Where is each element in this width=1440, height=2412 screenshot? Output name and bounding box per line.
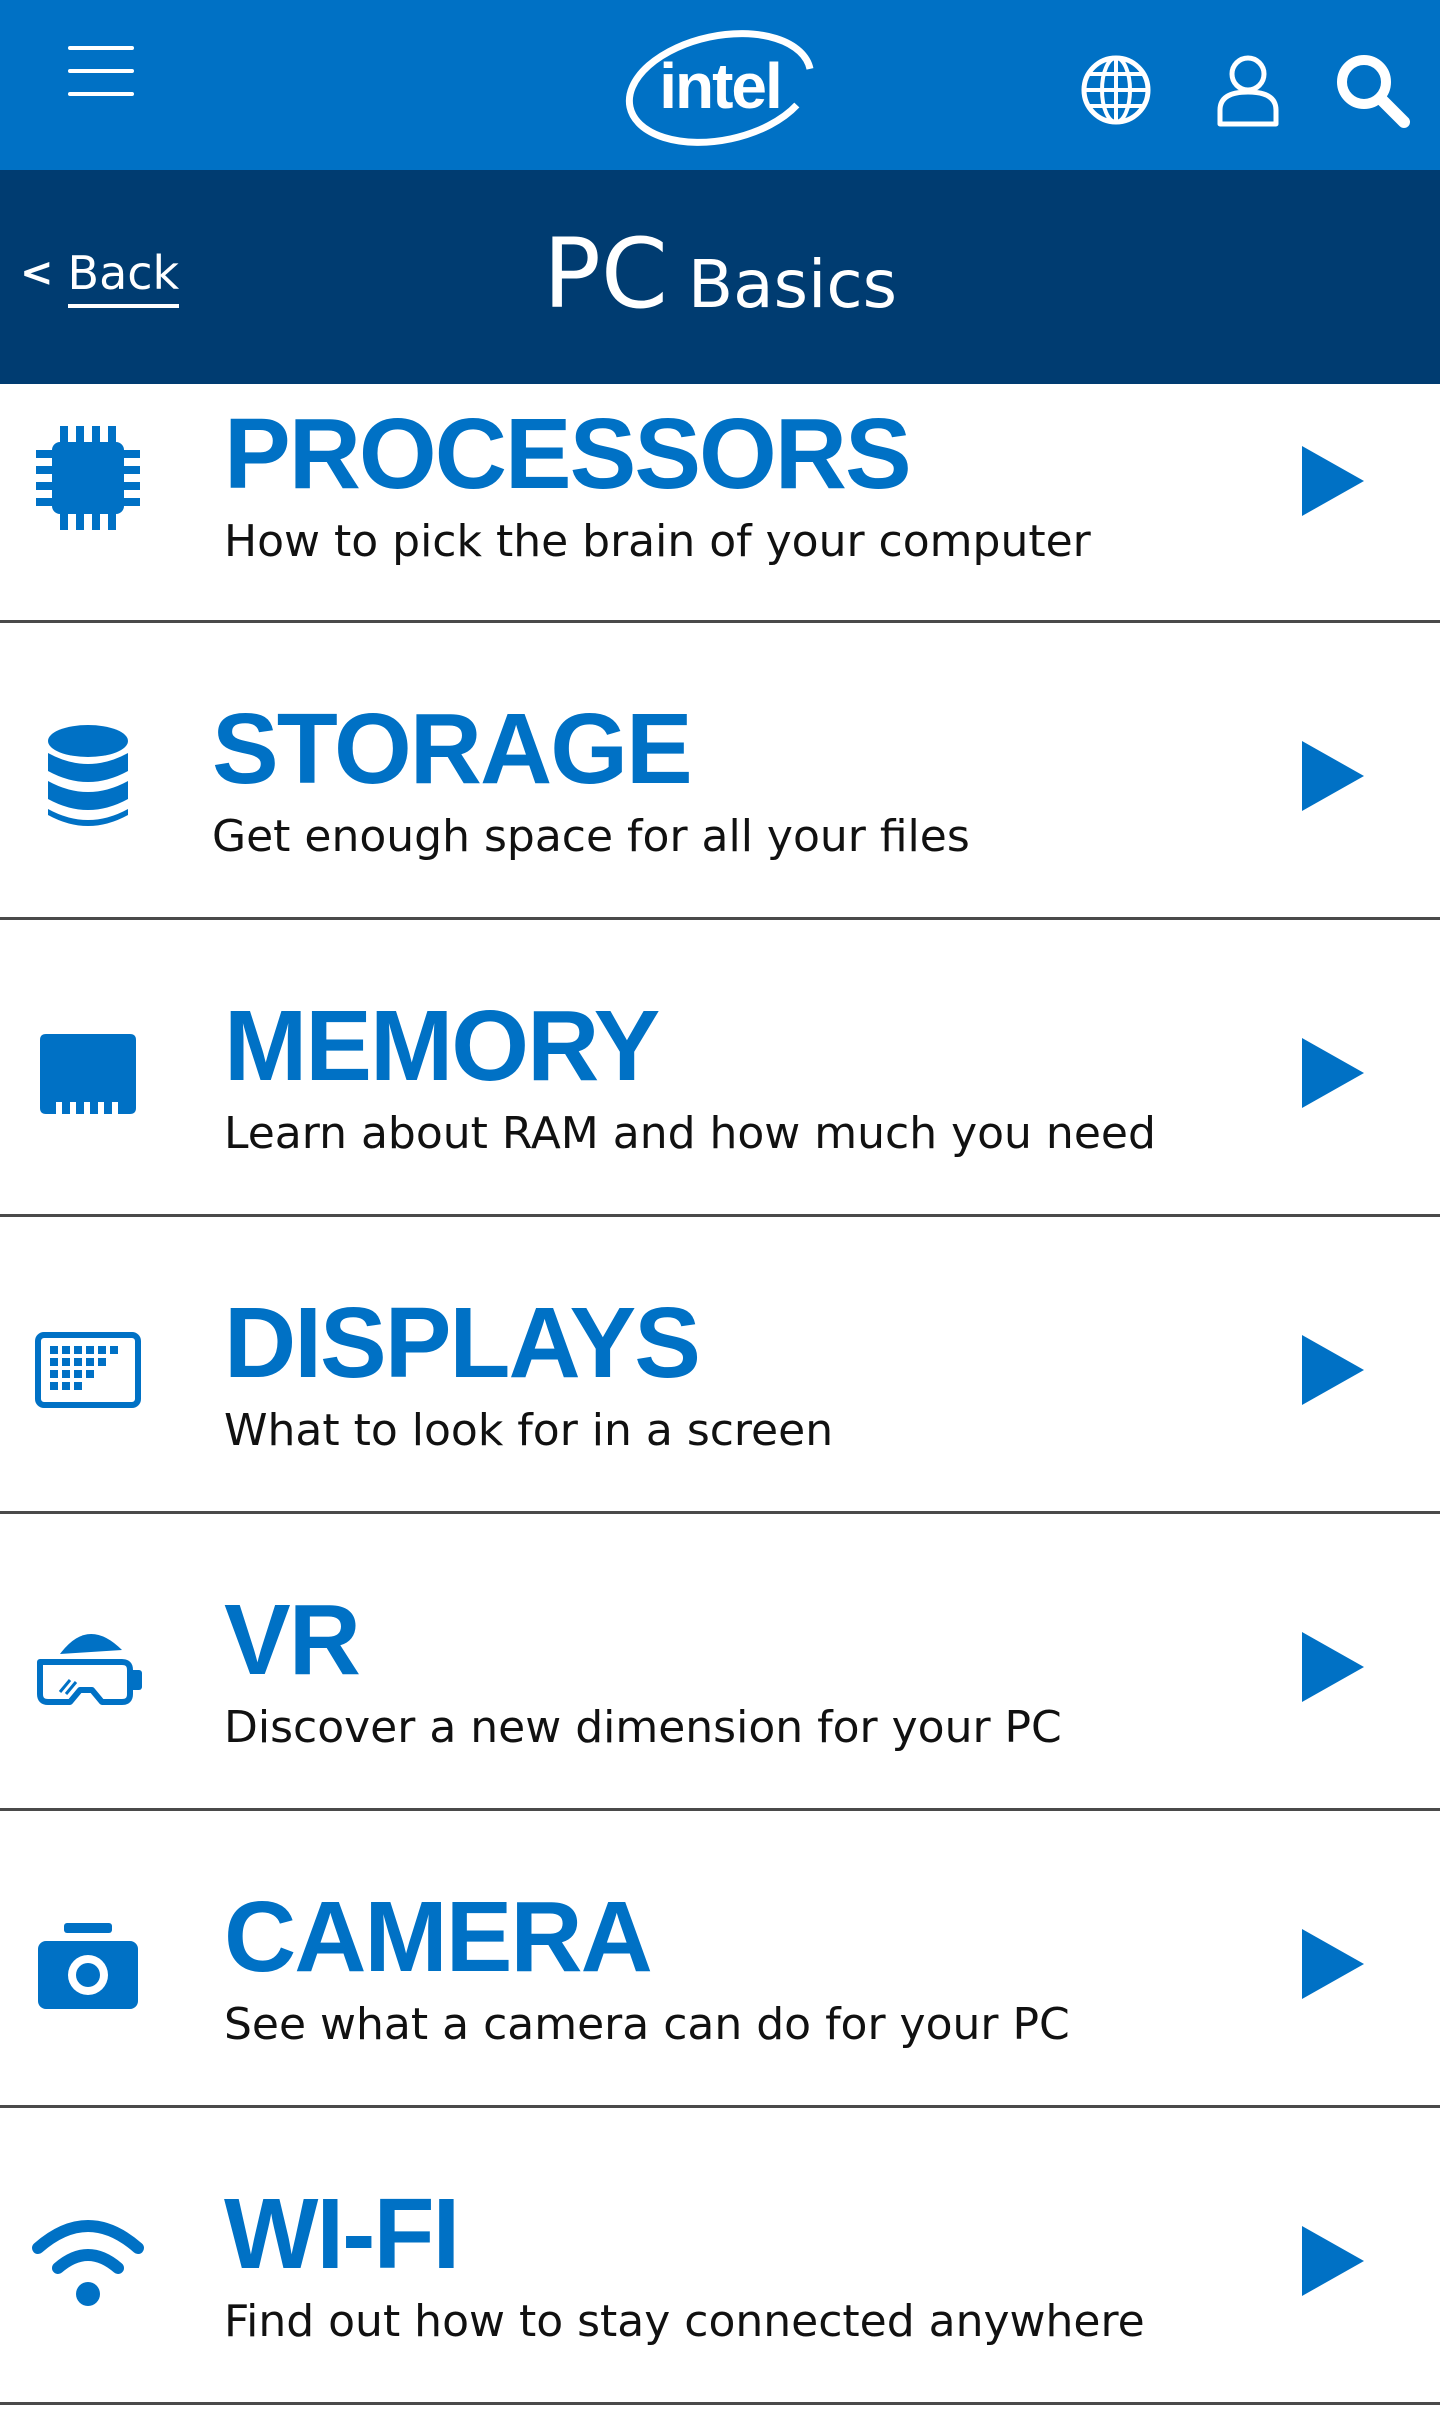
topic-title: WI-FI <box>224 2178 460 2290</box>
topic-row-vr[interactable]: VR Discover a new dimension for your PC <box>0 1514 1440 1811</box>
topic-list: PROCESSORS How to pick the brain of your… <box>0 384 1440 2405</box>
topic-title: PROCESSORS <box>224 398 912 510</box>
topic-title: CAMERA <box>224 1881 653 1993</box>
wifi-icon <box>32 2220 144 2306</box>
topic-row-camera[interactable]: CAMERA See what a camera can do for your… <box>0 1811 1440 2108</box>
vr-headset-icon <box>37 1633 142 1705</box>
memory-icon <box>40 1034 136 1114</box>
topic-description: See what a camera can do for your PC <box>224 1999 1070 2050</box>
menu-icon[interactable] <box>68 46 134 96</box>
topic-title: VR <box>224 1584 361 1696</box>
topic-title: STORAGE <box>212 693 693 805</box>
play-arrow-icon[interactable] <box>1302 1038 1364 1108</box>
topic-description: How to pick the brain of your computer <box>224 516 1091 567</box>
topic-row-wifi[interactable]: WI-FI Find out how to stay connected any… <box>0 2108 1440 2405</box>
play-arrow-icon[interactable] <box>1302 1335 1364 1405</box>
top-navigation-bar: intel <box>0 0 1440 170</box>
play-arrow-icon[interactable] <box>1302 1632 1364 1702</box>
topic-description: Learn about RAM and how much you need <box>224 1108 1156 1159</box>
topic-row-memory[interactable]: MEMORY Learn about RAM and how much you … <box>0 920 1440 1217</box>
storage-icon <box>48 725 128 826</box>
topic-description: What to look for in a screen <box>224 1405 834 1456</box>
page-title-main: PC <box>542 218 668 330</box>
page-title-sub: Basics <box>687 246 898 323</box>
user-icon[interactable] <box>1206 48 1290 132</box>
globe-icon[interactable] <box>1074 48 1158 132</box>
search-icon[interactable] <box>1330 48 1414 132</box>
processor-icon <box>36 426 140 530</box>
topic-title: MEMORY <box>224 990 660 1102</box>
play-arrow-icon[interactable] <box>1302 1929 1364 1999</box>
topic-description: Get enough space for all your files <box>212 811 970 862</box>
topic-description: Find out how to stay connected anywhere <box>224 2296 1145 2347</box>
display-icon <box>35 1332 141 1408</box>
page-title: PC Basics <box>0 218 1440 330</box>
intel-logo[interactable]: intel <box>620 16 820 154</box>
svg-text:intel: intel <box>659 50 781 122</box>
topic-description: Discover a new dimension for your PC <box>224 1702 1062 1753</box>
play-arrow-icon[interactable] <box>1302 446 1364 516</box>
camera-icon <box>38 1923 138 2009</box>
topic-row-storage[interactable]: STORAGE Get enough space for all your fi… <box>0 623 1440 920</box>
topic-row-displays[interactable]: DISPLAYS What to look for in a screen <box>0 1217 1440 1514</box>
play-arrow-icon[interactable] <box>1302 2226 1364 2296</box>
topic-row-processors[interactable]: PROCESSORS How to pick the brain of your… <box>0 384 1440 623</box>
topic-title: DISPLAYS <box>224 1287 701 1399</box>
play-arrow-icon[interactable] <box>1302 741 1364 811</box>
